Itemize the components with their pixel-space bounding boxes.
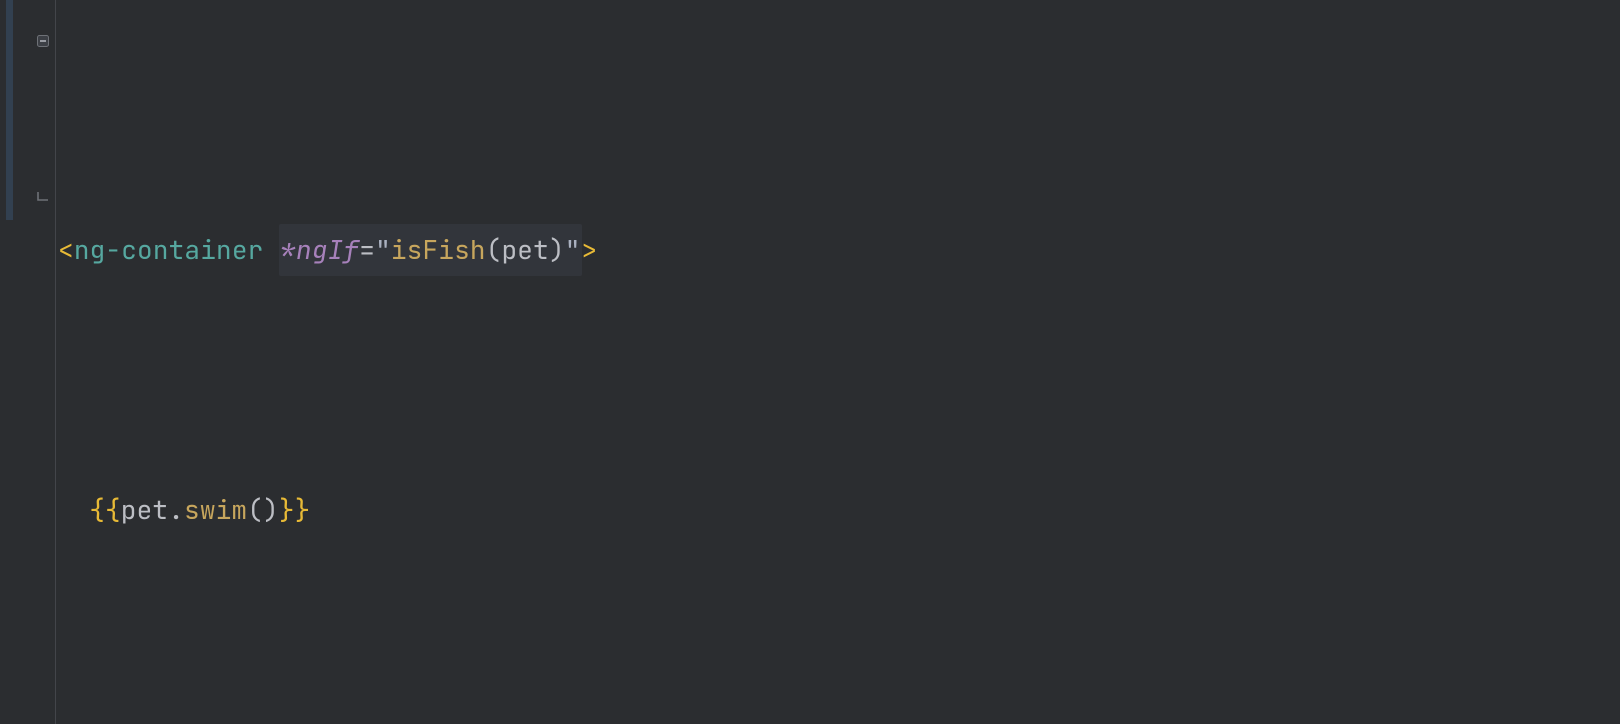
fold-end-handle[interactable]	[36, 190, 50, 204]
editor-gutter	[0, 0, 56, 724]
dot: .	[168, 484, 184, 536]
code-line: <ng-container *ngIf="isFish(pet)">	[58, 224, 1620, 276]
space	[263, 224, 279, 276]
quote-close: "	[565, 232, 581, 267]
angle-open: <	[58, 224, 74, 276]
quote-open: "	[375, 232, 391, 267]
paren-open: (	[486, 232, 502, 267]
code-line: {{pet.swim()}}	[58, 484, 1620, 536]
fold-start-handle[interactable]	[36, 34, 50, 48]
fn-name: isFish	[391, 232, 486, 267]
paren-pair: ()	[247, 484, 279, 536]
angle-close: >	[582, 224, 598, 276]
interp-obj: pet	[121, 484, 168, 536]
fold-end-icon	[36, 190, 50, 204]
interp-close: }}	[279, 484, 311, 536]
directive-name: *ngIf	[280, 232, 359, 267]
interp-method: swim	[184, 484, 247, 536]
fold-minus-icon	[36, 34, 50, 48]
fold-indicator-bar	[6, 0, 13, 220]
attr-group: *ngIf="isFish(pet)"	[279, 224, 581, 276]
gutter-border	[55, 0, 56, 724]
equals-sign: =	[359, 232, 375, 267]
interp-open: {{	[89, 484, 121, 536]
fn-arg: pet	[502, 232, 549, 267]
code-editor[interactable]: <ng-container *ngIf="isFish(pet)"> {{pet…	[0, 0, 1620, 724]
code-area[interactable]: <ng-container *ngIf="isFish(pet)"> {{pet…	[56, 0, 1620, 724]
tag-name: ng-container	[74, 224, 264, 276]
paren-close: )	[549, 232, 565, 267]
